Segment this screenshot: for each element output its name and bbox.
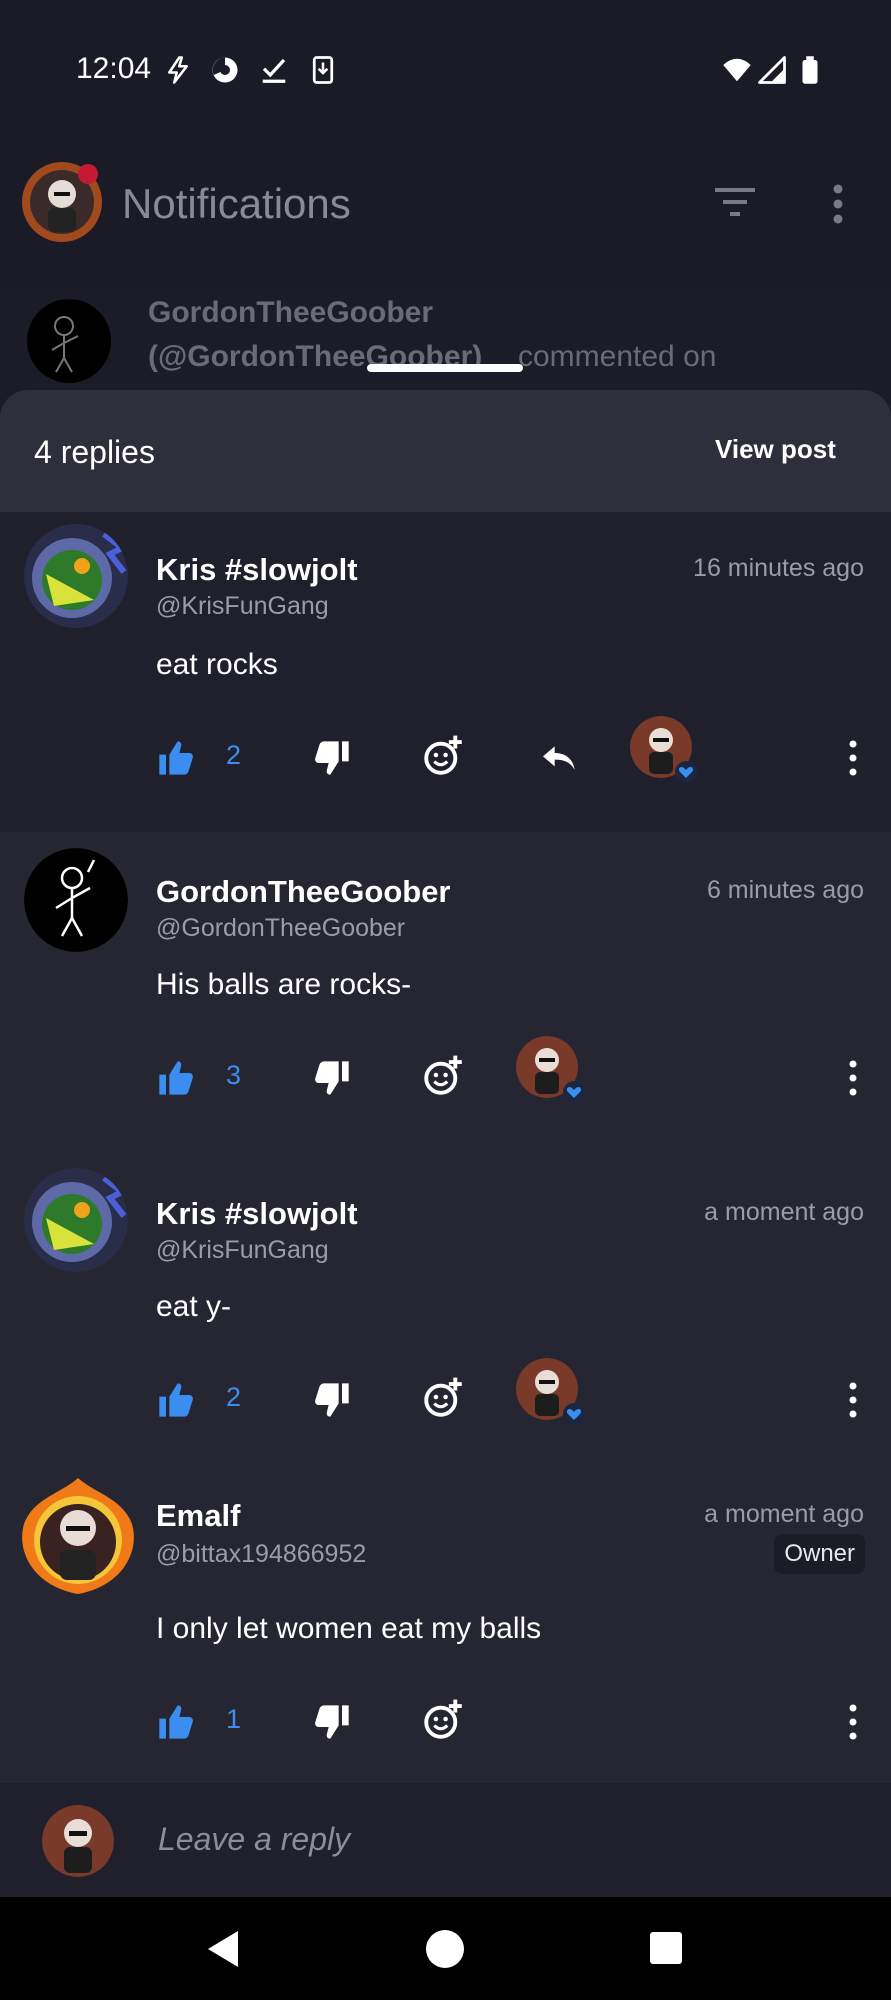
like-count: 2 [226, 1382, 242, 1412]
like-icon[interactable] [156, 1380, 196, 1420]
comment-timestamp: 16 minutes ago [693, 554, 864, 582]
comment-text: His balls are rocks- [156, 968, 412, 1001]
comment-more-icon[interactable] [849, 740, 857, 776]
like-icon[interactable] [156, 738, 196, 778]
notification-action: commented on [518, 340, 717, 373]
status-clock: 12:04 [76, 52, 152, 85]
flash-icon [168, 56, 188, 84]
commenter-name[interactable]: GordonTheeGoober [156, 874, 451, 910]
commenter-avatar[interactable] [18, 1476, 138, 1596]
sheet-header: 4 replies View post [0, 390, 891, 512]
dislike-icon[interactable] [312, 738, 352, 778]
notification-author[interactable]: GordonTheeGoober [148, 296, 433, 330]
comment-timestamp: a moment ago [704, 1500, 864, 1528]
download-icon [312, 56, 334, 84]
profile-avatar[interactable] [20, 160, 104, 244]
add-reaction-icon[interactable] [423, 1698, 465, 1740]
signal-icon [758, 56, 786, 84]
notification-avatar[interactable] [26, 298, 112, 384]
recents-icon[interactable] [649, 1931, 683, 1965]
sheet-drag-handle[interactable] [367, 364, 523, 372]
comment-more-icon[interactable] [849, 1060, 857, 1096]
add-reaction-icon[interactable] [423, 734, 465, 776]
battery-icon [802, 56, 818, 84]
filter-icon[interactable] [713, 184, 757, 220]
commenter-name[interactable]: Emalf [156, 1498, 240, 1534]
more-vertical-icon[interactable] [833, 184, 843, 224]
add-reaction-icon[interactable] [423, 1376, 465, 1418]
commenter-name[interactable]: Kris #slowjolt [156, 552, 358, 588]
checkmark-icon [262, 58, 286, 83]
commenter-avatar[interactable] [24, 848, 128, 952]
back-icon[interactable] [204, 1929, 244, 1969]
home-icon[interactable] [425, 1929, 465, 1969]
like-count: 3 [226, 1060, 242, 1090]
replies-count: 4 replies [34, 434, 155, 470]
wifi-icon [723, 58, 751, 82]
heart-icon [563, 1081, 585, 1103]
like-icon[interactable] [156, 1702, 196, 1742]
comment-more-icon[interactable] [849, 1382, 857, 1418]
comment-text: I only let women eat my balls [156, 1612, 542, 1645]
comment-more-icon[interactable] [849, 1704, 857, 1740]
commenter-avatar[interactable] [24, 524, 128, 628]
comment-item: GordonTheeGoober @GordonTheeGoober 6 min… [0, 832, 891, 1154]
comment-timestamp: 6 minutes ago [706, 876, 864, 904]
current-user-avatar [42, 1805, 114, 1877]
commenter-name[interactable]: Kris #slowjolt [156, 1196, 358, 1232]
heart-icon [563, 1403, 585, 1425]
data-saver-icon [212, 57, 238, 83]
reply-input[interactable] [156, 1816, 760, 1862]
comment-text: eat rocks [156, 648, 278, 681]
comment-item: Emalf @bittax194866952 a moment ago Owne… [0, 1476, 891, 1783]
commenter-handle[interactable]: @GordonTheeGoober [156, 914, 405, 943]
dislike-icon[interactable] [312, 1380, 352, 1420]
add-reaction-icon[interactable] [423, 1054, 465, 1096]
commenter-avatar[interactable] [24, 1168, 128, 1272]
like-count: 2 [226, 740, 242, 770]
replies-sheet: 4 replies View post Kris #slowjolt @Kris… [0, 390, 891, 1900]
commenter-handle[interactable]: @bittax194866952 [156, 1540, 366, 1569]
heart-icon [675, 761, 697, 783]
comment-item: Kris #slowjolt @KrisFunGang a moment ago… [0, 1154, 891, 1476]
reply-icon[interactable] [538, 738, 578, 778]
page-title: Notifications [122, 180, 351, 227]
dislike-icon[interactable] [312, 1058, 352, 1098]
commenter-handle[interactable]: @KrisFunGang [156, 592, 329, 621]
dislike-icon[interactable] [312, 1702, 352, 1742]
comment-text: eat y- [156, 1290, 232, 1323]
comment-timestamp: a moment ago [704, 1198, 864, 1226]
owner-badge: Owner [774, 1534, 865, 1574]
comment-item: Kris #slowjolt @KrisFunGang 16 minutes a… [0, 512, 891, 832]
like-count: 1 [226, 1704, 242, 1734]
like-icon[interactable] [156, 1058, 196, 1098]
commenter-handle[interactable]: @KrisFunGang [156, 1236, 329, 1265]
view-post-button[interactable]: View post [715, 434, 836, 465]
